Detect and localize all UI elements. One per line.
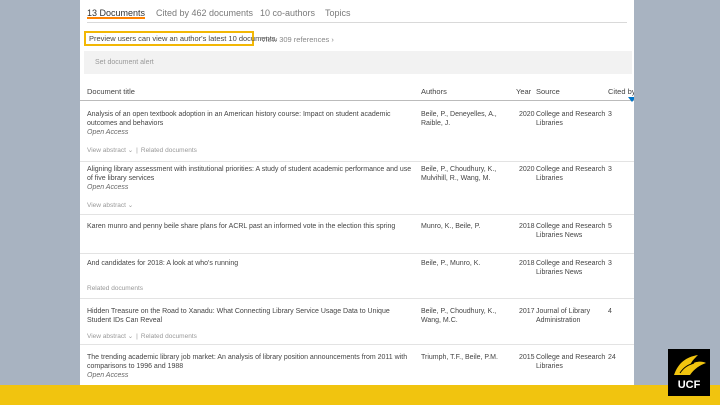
document-title: Aligning library assessment with institu… [87,166,412,182]
open-access-label: Open Access [87,129,129,136]
chevron-down-icon: ⌄ [127,202,134,209]
tab-documents[interactable]: 13 Documents [87,8,145,19]
document-source[interactable]: College and Research Libraries [536,165,606,183]
document-source[interactable]: College and Research Libraries News [536,222,606,240]
document-cited-count[interactable]: 3 [608,110,612,119]
view-references-label: View 309 references [261,35,330,44]
ucf-logo: UCF [668,349,710,396]
tab-cited-by[interactable]: Cited by 462 documents [156,8,253,18]
document-title-link[interactable]: The trending academic library job market… [87,353,412,380]
view-abstract-link[interactable]: View abstract ⌄ [87,147,133,154]
table-row: Analysis of an open textbook adoption in… [80,107,634,162]
author-tabs: 13 Documents Cited by 462 documents 10 c… [87,0,627,23]
document-title-link[interactable]: Aligning library assessment with institu… [87,165,412,192]
document-title: Hidden Treasure on the Road to Xanadu: W… [87,308,390,324]
table-row: Aligning library assessment with institu… [80,162,634,215]
view-abstract-label: View abstract [87,202,126,209]
table-row: The trending academic library job market… [80,345,634,385]
set-document-alert-bar[interactable]: Set document alert [84,51,632,74]
column-header-cited-by[interactable]: Cited by [608,87,634,96]
view-references-link[interactable]: View 309 references › [261,35,334,44]
pegasus-icon [674,355,706,375]
row-actions: View abstract ⌄ | Related documents [87,146,197,154]
document-title-link[interactable]: Analysis of an open textbook adoption in… [87,110,412,137]
document-title-link[interactable]: And candidates for 2018: A look at who's… [87,259,412,268]
document-cited-count[interactable]: 5 [608,222,612,231]
document-title: Karen munro and penny beile share plans … [87,223,396,230]
document-source[interactable]: College and Research Libraries News [536,259,606,277]
view-abstract-link[interactable]: View abstract ⌄ [87,333,133,340]
document-year: 2020 [519,111,535,118]
view-abstract-label: View abstract [87,333,126,340]
document-authors[interactable]: Beile, P., Munro, K. [421,259,513,268]
active-tab-underline [87,17,145,19]
tab-topics-label: Topics [325,8,351,18]
document-title-link[interactable]: Hidden Treasure on the Road to Xanadu: W… [87,307,412,325]
document-year: 2018 [519,223,535,230]
document-source[interactable]: College and Research Libraries [536,353,606,371]
view-abstract-label: View abstract [87,147,126,154]
document-authors[interactable]: Triumph, T.F., Beile, P.M. [421,353,513,362]
document-cited-count[interactable]: 4 [608,307,612,316]
tab-co-authors[interactable]: 10 co-authors [260,8,315,18]
row-actions: View abstract ⌄ [87,201,133,209]
document-authors[interactable]: Beile, P., Deneyelles, A., Raible, J. [421,110,513,128]
document-title: Analysis of an open textbook adoption in… [87,111,391,127]
document-authors[interactable]: Munro, K., Beile, P. [421,222,513,231]
documents-table-header: Document title Authors Year Source Cited… [80,83,634,102]
view-abstract-link[interactable]: View abstract ⌄ [87,202,133,209]
table-row: Karen munro and penny beile share plans … [80,215,634,254]
document-authors[interactable]: Beile, P., Choudhury, K., Mulvihill, R.,… [421,165,513,183]
preview-notice: Preview users can view an author's lates… [84,31,278,46]
document-year: 2018 [519,260,535,267]
document-cited-count[interactable]: 24 [608,353,616,362]
column-header-source[interactable]: Source [536,87,560,96]
column-header-title[interactable]: Document title [87,87,135,96]
preview-notice-text: Preview users can view an author's lates… [89,34,278,43]
footer-gold-bar [0,385,720,405]
document-year: 2017 [519,308,535,315]
set-document-alert-label: Set document alert [95,59,154,66]
document-year: 2020 [519,166,535,173]
sort-caret-icon[interactable] [628,97,634,102]
document-title: And candidates for 2018: A look at who's… [87,260,239,267]
divider: | [136,333,138,340]
tab-cited-by-label: Cited by 462 documents [156,8,254,18]
documents-panel: 13 Documents Cited by 462 documents 10 c… [80,0,634,385]
document-title-link[interactable]: Karen munro and penny beile share plans … [87,222,412,231]
chevron-right-icon: › [331,35,334,44]
logo-text: UCF [677,379,701,391]
divider: | [136,147,138,154]
column-header-year[interactable]: Year [516,87,531,96]
table-row: Hidden Treasure on the Road to Xanadu: W… [80,299,634,345]
open-access-label: Open Access [87,184,129,191]
tab-topics[interactable]: Topics [325,8,351,18]
document-cited-count[interactable]: 3 [608,259,612,268]
document-title: The trending academic library job market… [87,354,408,370]
row-actions: Related documents [87,285,143,292]
related-documents-link[interactable]: Related documents [141,147,197,154]
related-documents-link[interactable]: Related documents [141,333,197,340]
related-documents-link[interactable]: Related documents [87,285,143,292]
tab-co-authors-label: 10 co-authors [260,8,316,18]
open-access-label: Open Access [87,372,129,379]
column-header-authors[interactable]: Authors [421,87,447,96]
document-source[interactable]: College and Research Libraries [536,110,606,128]
document-year: 2015 [519,354,535,361]
document-source[interactable]: Journal of Library Administration [536,307,606,325]
document-cited-count[interactable]: 3 [608,165,612,174]
row-actions: View abstract ⌄ | Related documents [87,332,197,340]
document-authors[interactable]: Beile, P., Choudhury, K., Wang, M.C. [421,307,513,325]
table-row: And candidates for 2018: A look at who's… [80,254,634,299]
